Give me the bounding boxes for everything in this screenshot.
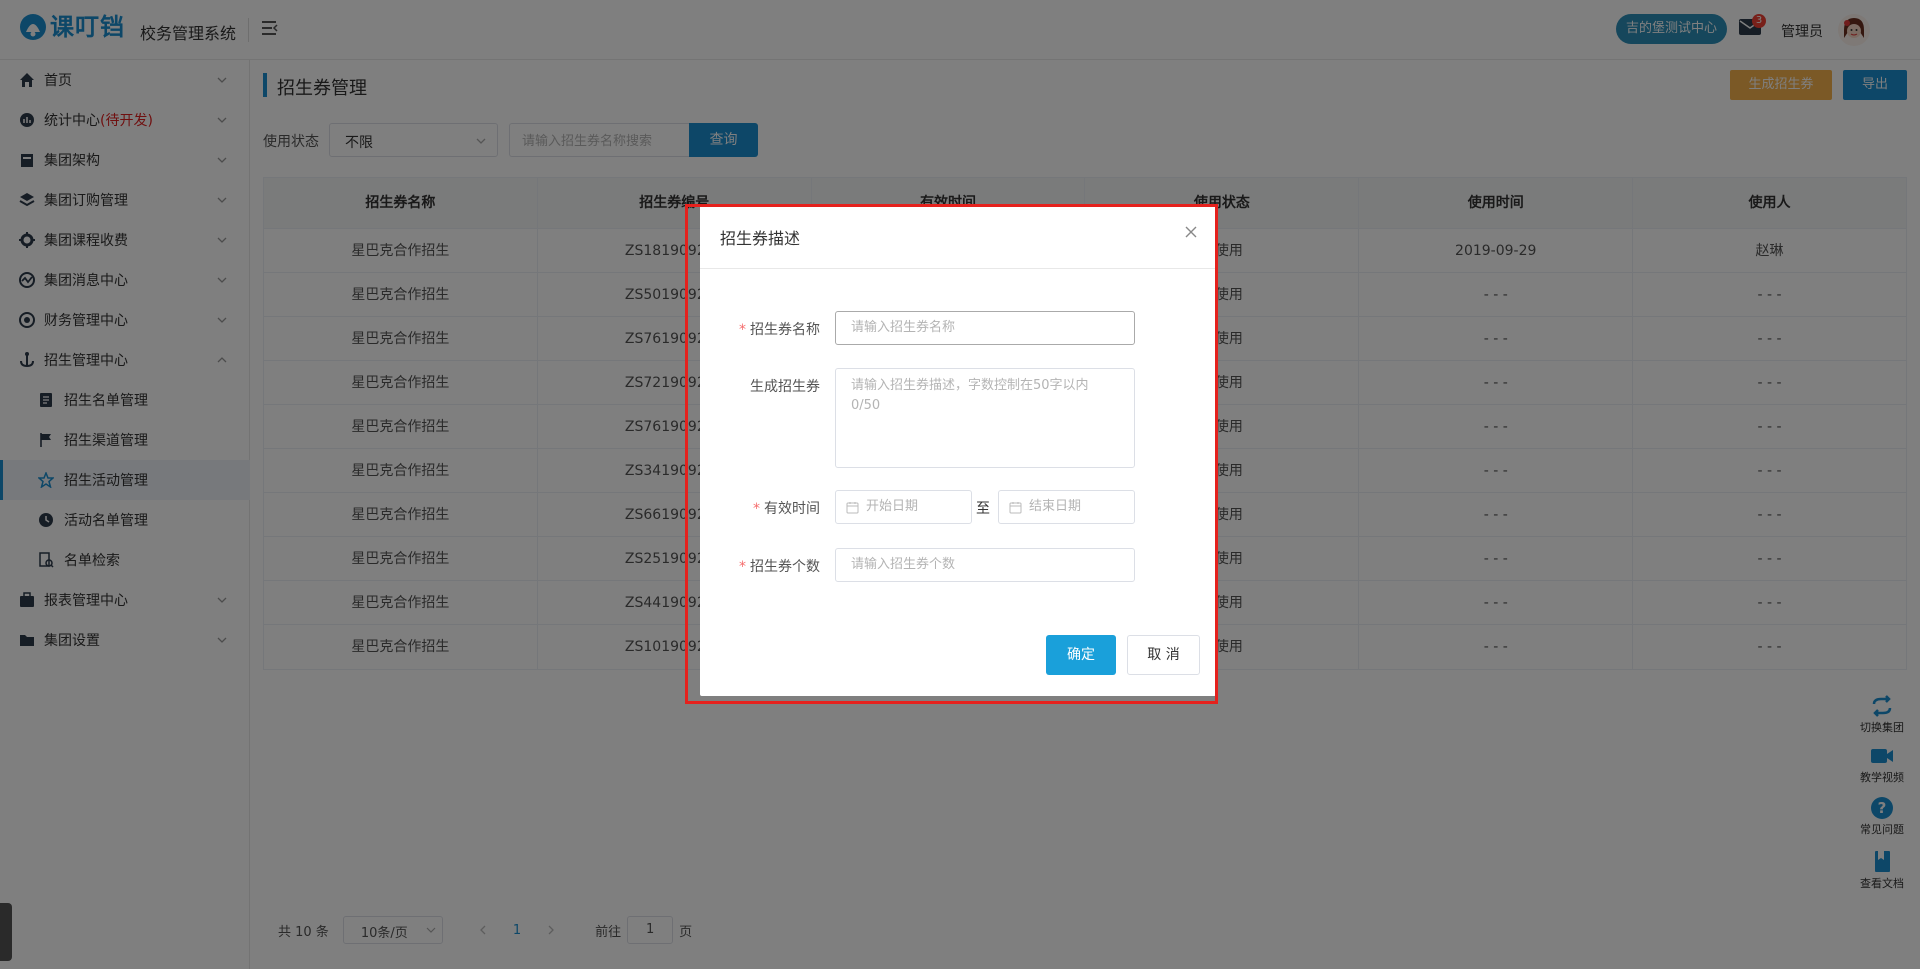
cancel-button[interactable]: 取 消	[1127, 635, 1200, 675]
coupon-count-label: * 招生券个数	[700, 556, 820, 576]
required-mark: *	[739, 559, 746, 575]
required-mark: *	[753, 501, 760, 517]
coupon-name-label-text: 招生券名称	[750, 322, 820, 338]
coupon-desc-textarea[interactable]: 请输入招生券描述，字数控制在50字以内 0/50	[835, 368, 1135, 468]
end-date-picker[interactable]: 结束日期	[998, 490, 1135, 524]
calendar-icon	[846, 502, 859, 514]
coupon-dialog: 招生券描述 * 招生券名称 请输入招生券名称 生成招生券 请输入招生券描述，字数控…	[700, 205, 1216, 696]
date-range-separator: 至	[976, 501, 990, 517]
desc-counter: 0/50	[851, 398, 881, 413]
coupon-count-label-text: 招生券个数	[750, 559, 820, 575]
required-mark: *	[739, 322, 746, 338]
valid-time-label-text: 有效时间	[764, 501, 820, 517]
coupon-name-input[interactable]: 请输入招生券名称	[835, 311, 1135, 345]
dialog-title: 招生券描述	[720, 229, 801, 248]
coupon-desc-label: 生成招生券	[750, 379, 820, 395]
close-icon[interactable]	[1184, 225, 1198, 239]
coupon-name-label: * 招生券名称	[700, 319, 820, 339]
dialog-divider	[700, 268, 1216, 269]
start-date-placeholder: 开始日期	[866, 499, 919, 514]
end-date-placeholder: 结束日期	[1029, 499, 1082, 514]
coupon-count-input[interactable]: 请输入招生券个数	[835, 548, 1135, 582]
start-date-picker[interactable]: 开始日期	[835, 490, 972, 524]
valid-time-label: * 有效时间	[700, 498, 820, 518]
desc-placeholder: 请输入招生券描述，字数控制在50字以内	[851, 378, 1089, 393]
confirm-button[interactable]: 确定	[1046, 635, 1116, 675]
calendar-icon	[1009, 502, 1022, 514]
